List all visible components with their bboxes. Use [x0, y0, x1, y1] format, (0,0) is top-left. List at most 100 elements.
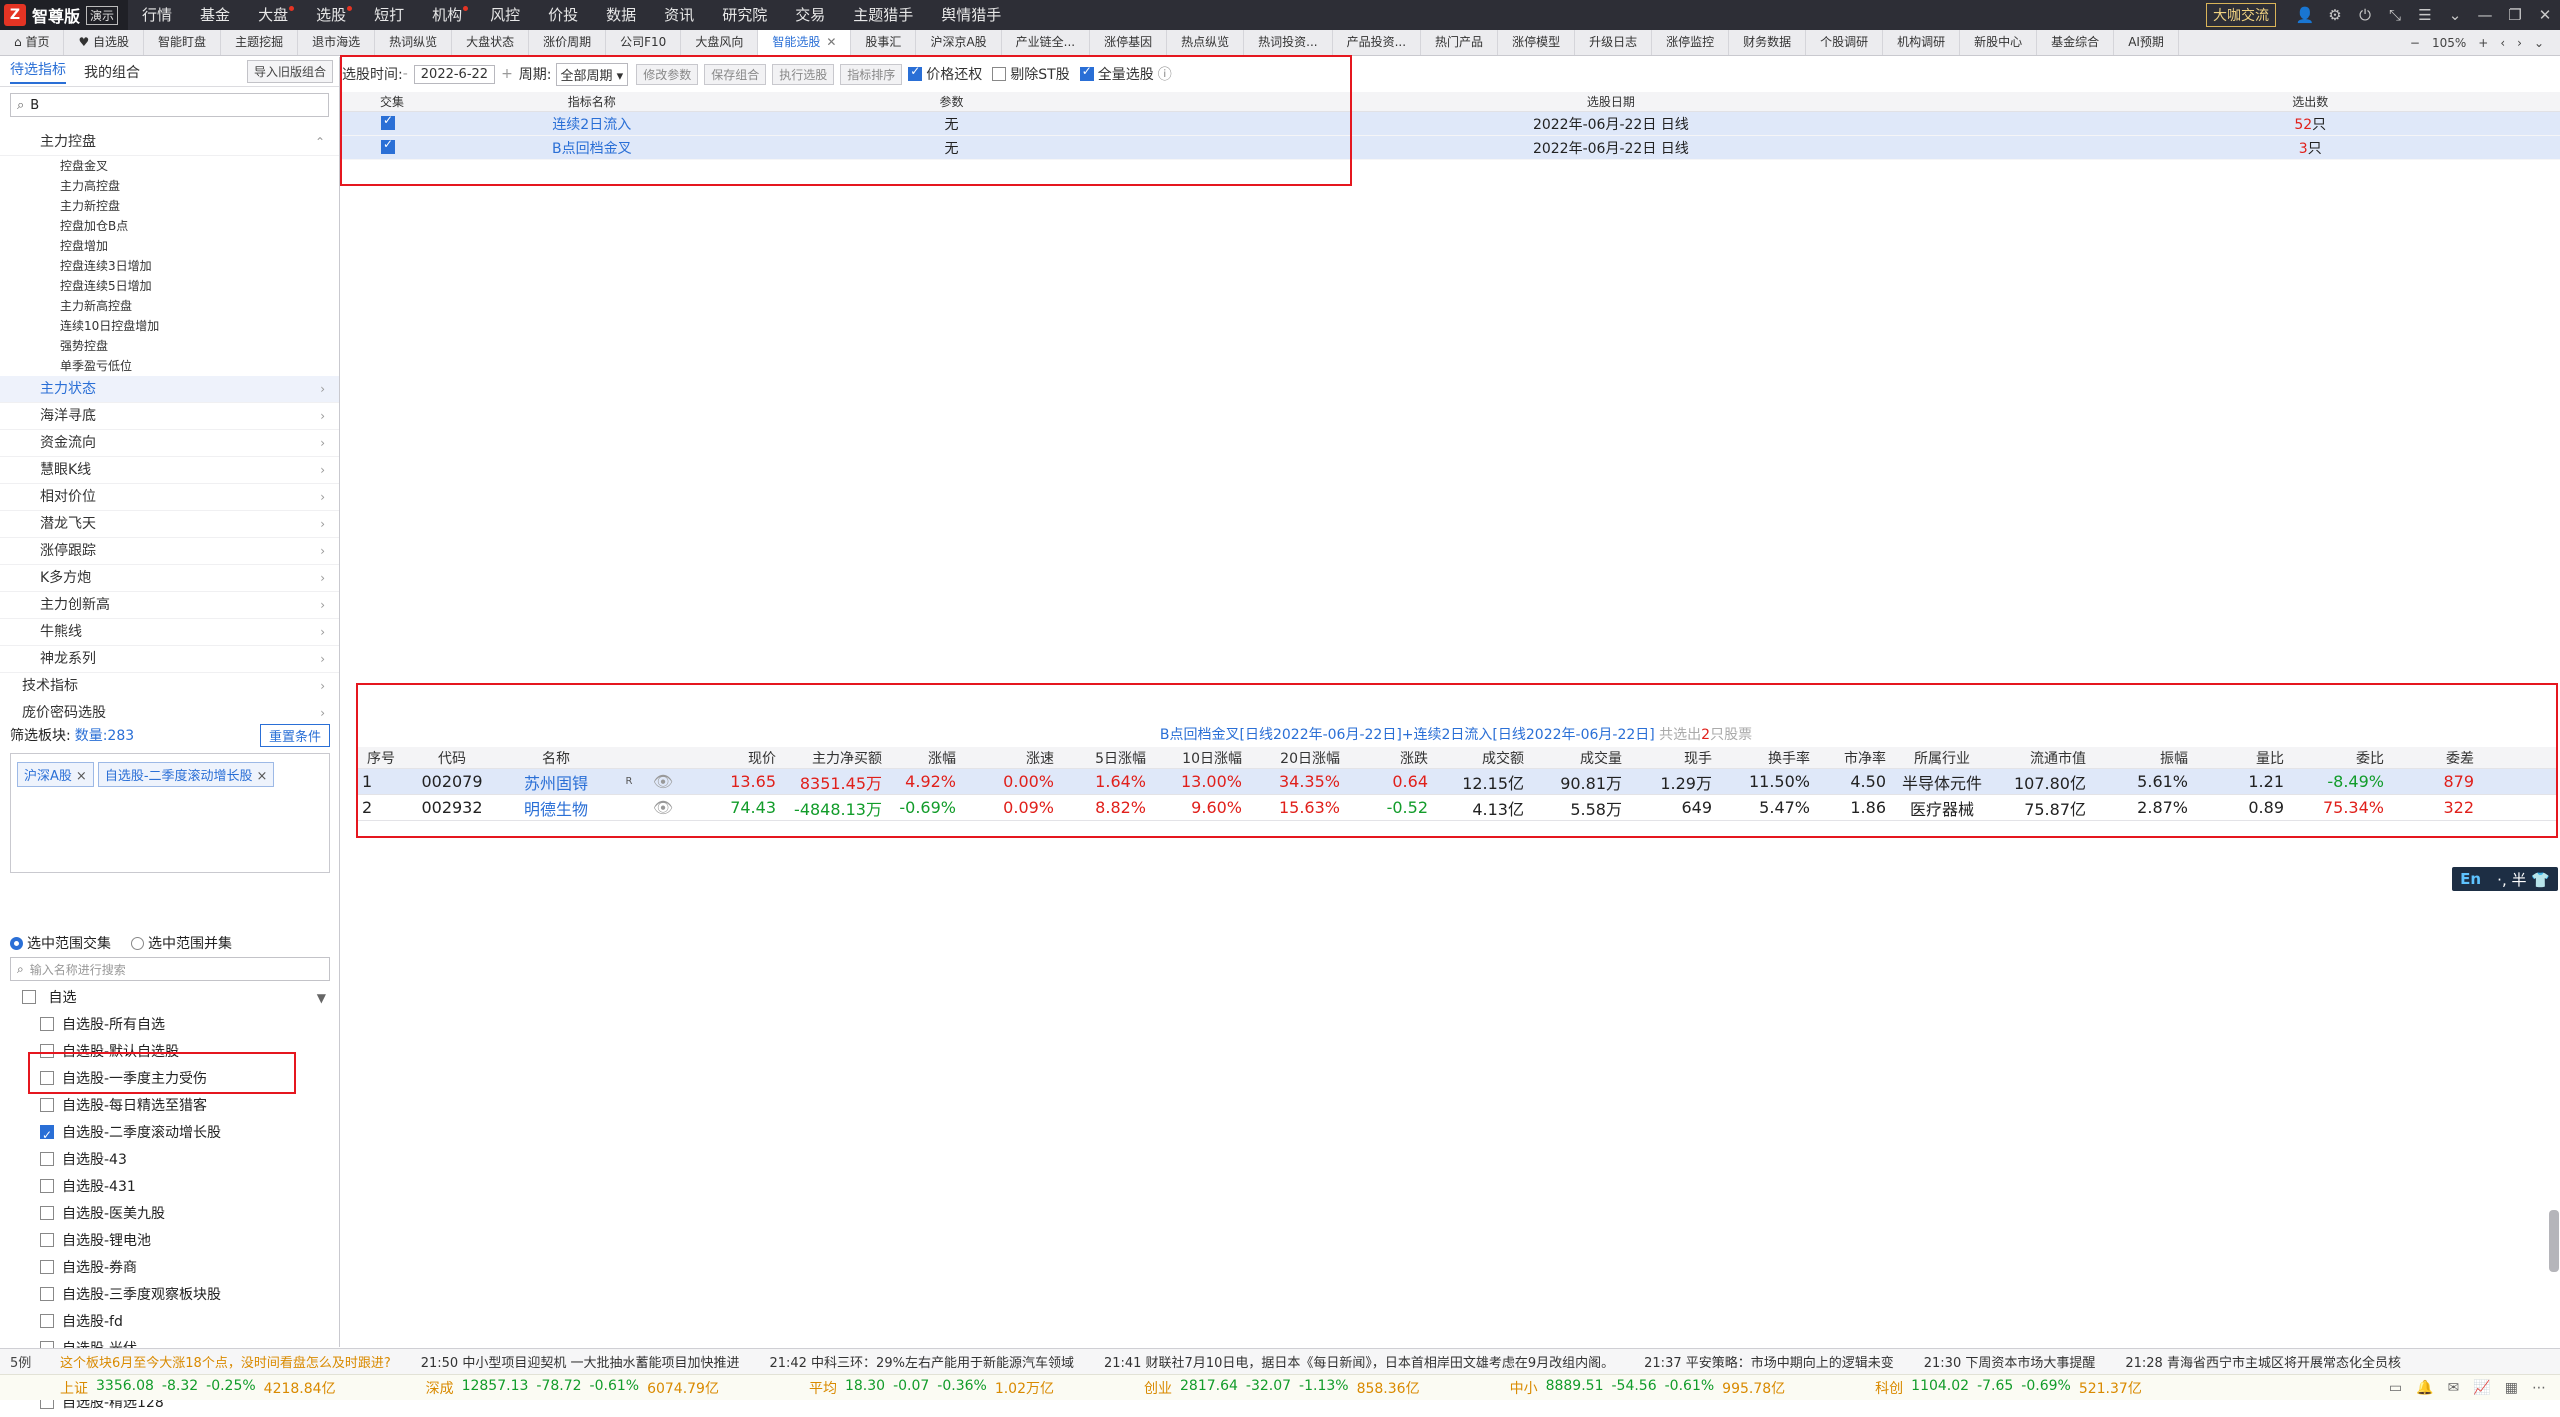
bell-icon[interactable]: 🔔 — [2416, 1380, 2433, 1396]
tab-item[interactable]: 热门产品 — [1421, 30, 1499, 55]
menu-item[interactable]: 大盘 — [244, 0, 302, 30]
watch-item[interactable]: 自选股-券商 — [0, 1255, 340, 1282]
date-minus-icon[interactable]: - — [403, 66, 408, 82]
menu-item[interactable]: 价投 — [534, 0, 592, 30]
result-col-header[interactable]: 换手率 — [1716, 748, 1814, 768]
watch-item[interactable]: 自选股-一季度主力受伤 — [0, 1066, 340, 1093]
tab-item[interactable]: 热点纵览 — [1167, 30, 1245, 55]
condition-row[interactable]: 连续2日流入 无 2022年-06月-22日 日线 52只 — [342, 112, 2560, 136]
date-plus-icon[interactable]: + — [501, 66, 513, 82]
checkbox-icon[interactable] — [40, 1179, 54, 1193]
ticker-news[interactable]: 这个板块6月至今大涨18个点，没时间看盘怎么及时跟进? — [60, 1352, 391, 1371]
watch-item[interactable]: 自选股-所有自选 — [0, 1012, 340, 1039]
scrollbar-thumb[interactable] — [2549, 1210, 2559, 1272]
tab-item[interactable]: 沪深京A股 — [916, 30, 1002, 55]
tree-subitem[interactable]: 控盘连续3日增加 — [0, 256, 339, 276]
checkbox-icon[interactable] — [40, 1206, 54, 1220]
tree-item[interactable]: 涨停跟踪 › — [0, 538, 339, 565]
checkbox-icon[interactable] — [40, 1071, 54, 1085]
radio-intersect[interactable]: 选中范围交集 — [10, 933, 111, 953]
index-item[interactable]: 科创 1104.02 -7.65 -0.69% 521.37亿 — [1875, 1378, 2142, 1398]
tab-item[interactable]: 智能选股 ✕ — [758, 30, 852, 55]
remove-tag-icon[interactable]: × — [76, 769, 87, 784]
tab-left-icon[interactable]: ‹ — [2500, 36, 2505, 50]
result-col-header[interactable]: 序号 — [358, 748, 404, 768]
tab-item[interactable]: 基金综合 — [2037, 30, 2115, 55]
tab-right-icon[interactable]: › — [2517, 36, 2522, 50]
indicator-search-input[interactable]: ⌕ B — [10, 93, 329, 117]
watch-item[interactable]: 自选股-43 — [0, 1147, 340, 1174]
menu-item[interactable]: 行情 — [128, 0, 186, 30]
watch-item[interactable]: 自选股-三季度观察板块股 — [0, 1282, 340, 1309]
monitor-icon[interactable]: ▭ — [2389, 1380, 2402, 1396]
menu-item[interactable]: 资讯 — [650, 0, 708, 30]
tree-item[interactable]: 牛熊线 › — [0, 619, 339, 646]
index-item[interactable]: 创业 2817.64 -32.07 -1.13% 858.36亿 — [1144, 1378, 1420, 1398]
result-col-header[interactable]: 市净率 — [1814, 748, 1890, 768]
close-icon[interactable]: ✕ — [2530, 0, 2560, 30]
minimize-icon[interactable]: — — [2470, 0, 2500, 30]
result-col-header[interactable]: 现价 — [680, 748, 780, 768]
tab-item[interactable]: 公司F10 — [606, 30, 682, 55]
help-icon[interactable]: ⓘ — [1158, 64, 1172, 84]
ticker-news[interactable]: 21:50 中小型项目迎契机 一大批抽水蓄能项目加快推进 — [421, 1352, 740, 1371]
checkbox-icon[interactable] — [40, 1233, 54, 1247]
tab-item[interactable]: 涨停监控 — [1652, 30, 1730, 55]
result-row[interactable]: 2 002932 明德生物 👁 74.43 -4848.13万 -0.69% 0.09% 8.8… — [358, 795, 2558, 821]
date-input[interactable]: 2022-6-22 — [413, 64, 496, 84]
tab-item[interactable]: 新股中心 — [1960, 30, 2038, 55]
tree-item[interactable]: 海洋寻底 › — [0, 403, 339, 430]
power-icon[interactable]: ⏻ — [2350, 0, 2380, 30]
tree-item[interactable]: K多方炮 › — [0, 565, 339, 592]
tab-my-combos[interactable]: 我的组合 — [84, 62, 140, 82]
result-col-header[interactable]: 流通市值 — [1994, 748, 2090, 768]
tree-subitem[interactable]: 主力新高控盘 — [0, 296, 339, 316]
tab-item[interactable]: 财务数据 — [1729, 30, 1807, 55]
tree-item[interactable]: 相对价位 › — [0, 484, 339, 511]
collapse-icon[interactable]: ⌄ — [2440, 0, 2470, 30]
user-icon[interactable]: 👤 — [2290, 0, 2320, 30]
result-col-header[interactable]: 名称 — [500, 748, 612, 768]
tree-subitem[interactable]: 控盘加仓B点 — [0, 216, 339, 236]
checkbox-icon[interactable] — [40, 1314, 54, 1328]
result-col-header[interactable]: 20日涨幅 — [1246, 748, 1344, 768]
more-icon[interactable]: ⋯ — [2532, 1380, 2546, 1396]
ticker-news[interactable]: 21:41 财联社7月10日电，据日本《每日新闻》，日本首相岸田文雄考虑在9月改… — [1104, 1352, 1614, 1371]
tab-menu-icon[interactable]: ⌄ — [2534, 36, 2544, 50]
tab-item[interactable]: ♥ 自选股 — [64, 30, 145, 55]
grid-icon[interactable]: ▦ — [2505, 1380, 2518, 1396]
radio-union[interactable]: 选中范围并集 — [131, 933, 232, 953]
menu-item[interactable]: 机构 — [418, 0, 476, 30]
close-tab-icon[interactable]: ✕ — [826, 35, 836, 49]
tab-item[interactable]: 退市海选 — [298, 30, 376, 55]
tab-item[interactable]: ⌂ 首页 — [0, 30, 65, 55]
checkbox-icon[interactable] — [40, 1260, 54, 1274]
result-col-header[interactable]: 涨速 — [960, 748, 1058, 768]
watch-group-header[interactable]: 自选 ▼ — [0, 985, 340, 1012]
result-cell-code[interactable]: 002932 — [404, 798, 500, 817]
message-icon[interactable]: ✉ — [2448, 1380, 2460, 1396]
expert-exchange-button[interactable]: 大咖交流 — [2206, 3, 2276, 27]
board-tag[interactable]: 自选股-二季度滚动增长股 × — [97, 762, 275, 787]
tree-subitem[interactable]: 控盘连续5日增加 — [0, 276, 339, 296]
condition-row[interactable]: B点回档金叉 无 2022年-06月-22日 日线 3只 — [342, 136, 2560, 160]
watch-item[interactable]: 自选股-每日精选至猎客 — [0, 1093, 340, 1120]
remove-st-checkbox[interactable]: 剔除ST股 — [992, 64, 1070, 84]
tab-item[interactable]: 涨停模型 — [1498, 30, 1576, 55]
checkbox-icon[interactable] — [22, 990, 36, 1004]
checkbox-icon[interactable] — [40, 1098, 54, 1112]
result-cell-name[interactable]: 明德生物 — [500, 796, 612, 820]
result-col-header[interactable]: 委比 — [2288, 748, 2388, 768]
result-cell-code[interactable]: 002079 — [404, 772, 500, 791]
tab-item[interactable]: 大盘状态 — [452, 30, 530, 55]
result-row[interactable]: 1 002079 苏州固锝 R 👁 13.65 8351.45万 4.92% 0.00% 1.64… — [358, 769, 2558, 795]
tree-subitem[interactable]: 控盘金叉 — [0, 156, 339, 176]
remove-tag-icon[interactable]: × — [257, 769, 268, 784]
index-item[interactable]: 深成 12857.13 -78.72 -0.61% 6074.79亿 — [426, 1378, 719, 1398]
watch-item[interactable]: 自选股-默认自选股 — [0, 1039, 340, 1066]
tree-top-item[interactable]: 庞价密码选股 › — [0, 700, 339, 723]
checkbox-icon[interactable] — [40, 1122, 54, 1149]
tab-item[interactable]: 股事汇 — [851, 30, 917, 55]
result-col-header[interactable]: 涨跌 — [1344, 748, 1432, 768]
condition-name[interactable]: 连续2日流入 — [442, 114, 742, 134]
